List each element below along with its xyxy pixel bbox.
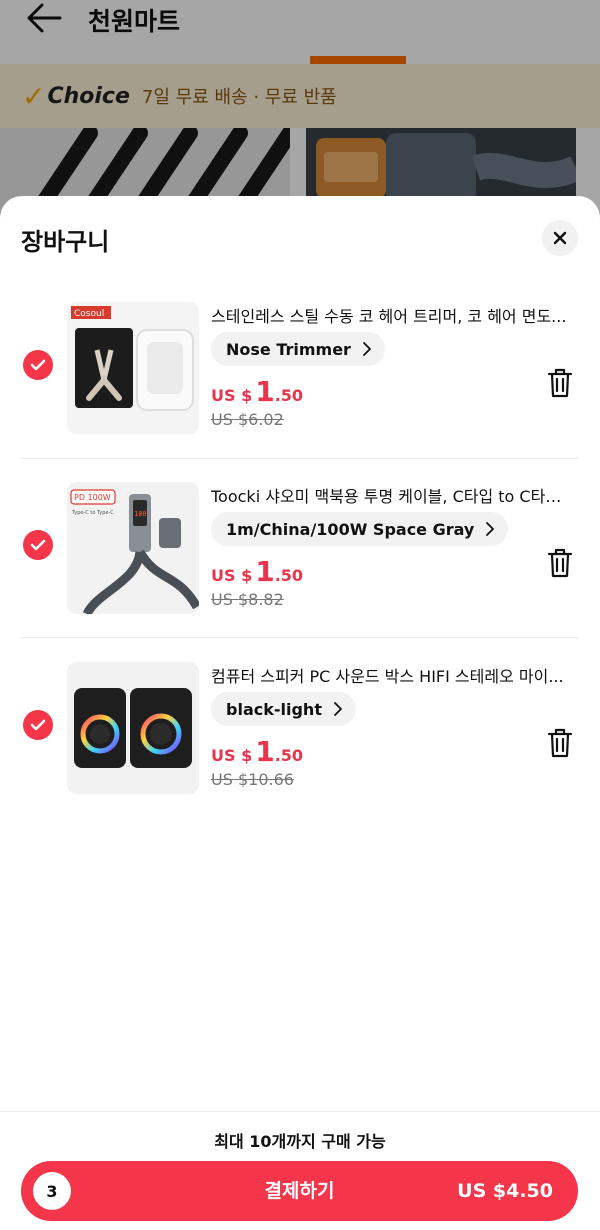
original-price: US $6.02: [211, 410, 284, 429]
divider: [21, 458, 578, 459]
original-price: US $8.82: [211, 590, 284, 609]
checkout-total: US $4.50: [457, 1180, 553, 1202]
variant-selector[interactable]: black-light: [211, 692, 356, 726]
cart-item: PD 100W Type-C to Type-C 100 Toocki 샤오미 …: [0, 467, 600, 647]
checkmark-icon: [30, 539, 46, 551]
chevron-right-icon: [486, 522, 495, 536]
trash-icon[interactable]: [546, 367, 574, 399]
thumb-badge: PD 100W: [74, 493, 111, 502]
purchase-limit-text: 최대 10개까지 구매 가능: [214, 1132, 386, 1151]
checkmark-icon: [30, 719, 46, 731]
footer-divider: [0, 1111, 600, 1112]
close-button[interactable]: [542, 220, 578, 256]
sale-price: US $1.50: [211, 375, 304, 408]
item-checkbox[interactable]: [23, 350, 53, 380]
checkout-button[interactable]: 결제하기 3 US $4.50: [21, 1161, 578, 1221]
item-checkbox[interactable]: [23, 710, 53, 740]
item-title[interactable]: 스테인레스 스틸 수동 코 헤어 트리머, 코 헤어 면도...: [211, 303, 571, 327]
variant-label: black-light: [226, 699, 322, 719]
item-title[interactable]: 컴퓨터 스피커 PC 사운드 박스 HIFI 스테레오 마이...: [211, 663, 571, 687]
cart-item: Cosoul 스테인레스 스틸 수동 코 헤어 트리머, 코 헤어 면도... …: [0, 287, 600, 467]
variant-selector[interactable]: 1m/China/100W Space Gray: [211, 512, 509, 546]
close-icon: [553, 231, 567, 245]
chevron-right-icon: [363, 342, 371, 356]
svg-text:100: 100: [134, 510, 147, 518]
product-thumbnail[interactable]: Cosoul: [67, 302, 199, 434]
item-title[interactable]: Toocki 샤오미 맥북용 투명 케이블, C타입 to C타입...: [211, 483, 571, 507]
sheet-title: 장바구니: [21, 228, 110, 256]
trash-icon[interactable]: [546, 727, 574, 759]
chevron-right-icon: [334, 702, 342, 716]
cart-item: 컴퓨터 스피커 PC 사운드 박스 HIFI 스테레오 마이... black-…: [0, 647, 600, 827]
cart-sheet: 장바구니 Cosoul 스테인레스 스틸 수동 코 헤어 트리머, 코 헤어 면…: [0, 196, 600, 1230]
sale-price: US $1.50: [211, 735, 304, 768]
original-price: US $10.66: [211, 770, 294, 789]
divider: [21, 637, 578, 638]
thumb-brand: Cosoul: [74, 309, 104, 319]
product-thumbnail[interactable]: PD 100W Type-C to Type-C 100: [67, 482, 199, 614]
item-count-badge: 3: [33, 1172, 71, 1210]
product-thumbnail[interactable]: [67, 662, 199, 794]
thumb-sub: Type-C to Type-C: [71, 510, 114, 516]
sale-price: US $1.50: [211, 555, 304, 588]
trash-icon[interactable]: [546, 547, 574, 579]
checkmark-icon: [30, 359, 46, 371]
variant-label: Nose Trimmer: [226, 339, 351, 359]
item-checkbox[interactable]: [23, 530, 53, 560]
variant-selector[interactable]: Nose Trimmer: [211, 332, 385, 366]
variant-label: 1m/China/100W Space Gray: [226, 519, 475, 539]
